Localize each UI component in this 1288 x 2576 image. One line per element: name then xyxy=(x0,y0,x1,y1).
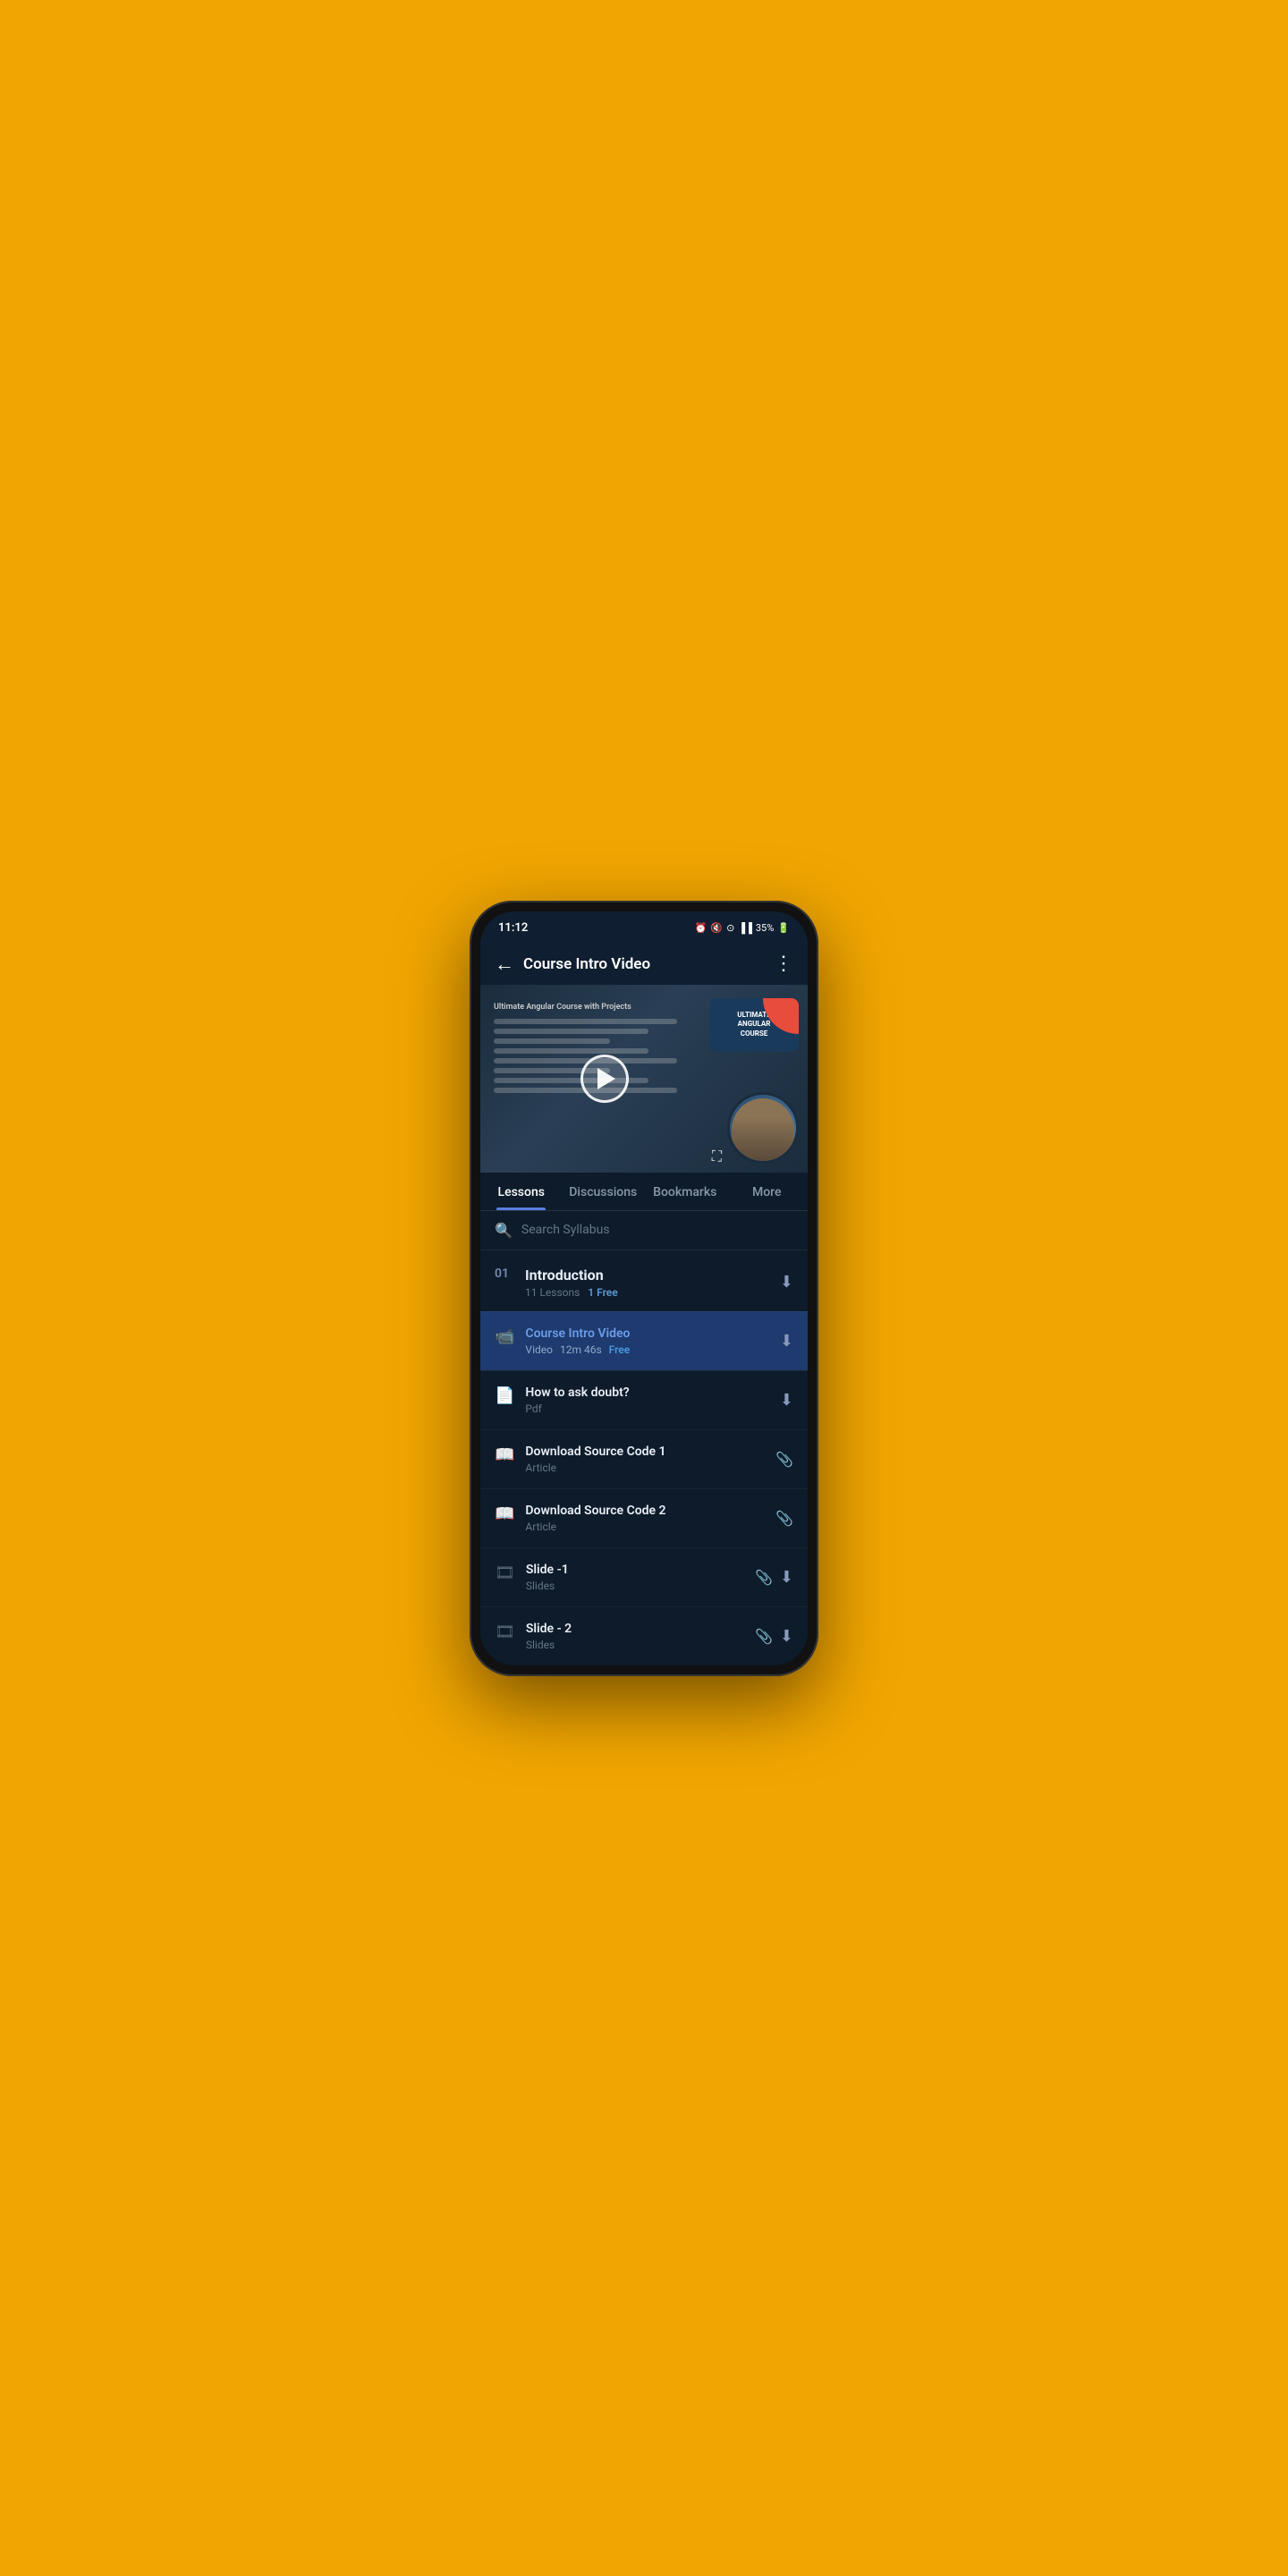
lesson-title-3: Download Source Code 1 xyxy=(525,1445,665,1459)
line2 xyxy=(494,1029,648,1034)
section-number: 01 xyxy=(495,1267,513,1281)
lesson-item-3[interactable]: 📖 Download Source Code 1 Article 📎 xyxy=(480,1429,808,1488)
lesson-title-6: Slide - 2 xyxy=(526,1622,572,1636)
lesson-title-4: Download Source Code 2 xyxy=(525,1504,665,1518)
search-icon: 🔍 xyxy=(495,1222,513,1239)
clip-button-3[interactable]: 📎 xyxy=(775,1451,793,1468)
section-left: 01 Introduction 11 Lessons 1 Free xyxy=(495,1267,618,1299)
lesson-right-5: 📎 ⬇ xyxy=(755,1568,793,1587)
status-time: 11:12 xyxy=(498,921,528,935)
slides-icon-6: 🎞 xyxy=(495,1623,515,1641)
lesson-left-2: 📄 How to ask doubt? Pdf xyxy=(495,1385,780,1415)
header-title: Course Intro Video xyxy=(523,955,650,973)
download-button-6[interactable]: ⬇ xyxy=(780,1627,793,1646)
lesson-content-5: Slide -1 Slides xyxy=(526,1563,569,1592)
lesson-left-5: 🎞 Slide -1 Slides xyxy=(495,1563,755,1592)
search-bar[interactable]: 🔍 Search Syllabus xyxy=(480,1211,808,1250)
mute-icon: 🔇 xyxy=(710,922,723,934)
tab-lessons[interactable]: Lessons xyxy=(480,1173,563,1210)
free-badge: 1 Free xyxy=(588,1286,617,1299)
lesson-item-2[interactable]: 📄 How to ask doubt? Pdf ⬇ xyxy=(480,1370,808,1429)
lesson-title-1: Course Intro Video xyxy=(525,1326,630,1341)
app-header: ← Course Intro Video ⋮ xyxy=(480,944,808,985)
card-text: ULTIMATEANGULARCOURSE xyxy=(737,1011,770,1038)
lesson-subtitle-2: Pdf xyxy=(525,1402,629,1415)
clip-button-6[interactable]: 📎 xyxy=(755,1628,773,1645)
lesson-right-3: 📎 xyxy=(775,1451,793,1468)
clip-button-4[interactable]: 📎 xyxy=(775,1510,793,1527)
lesson-right-6: 📎 ⬇ xyxy=(755,1627,793,1646)
slides-icon-5: 🎞 xyxy=(495,1563,515,1582)
tab-discussions[interactable]: Discussions xyxy=(563,1173,645,1210)
section-meta: 11 Lessons 1 Free xyxy=(525,1286,618,1299)
download-button-2[interactable]: ⬇ xyxy=(780,1391,793,1410)
line3 xyxy=(494,1038,610,1044)
lesson-subtitle-6: Slides xyxy=(526,1639,572,1651)
lesson-left-3: 📖 Download Source Code 1 Article xyxy=(495,1445,775,1474)
lesson-subtitle-3: Article xyxy=(525,1462,665,1474)
video-player[interactable]: Ultimate Angular Course with Projects xyxy=(480,985,808,1173)
lesson-item-1[interactable]: 📹 Course Intro Video Video 12m 46s Free … xyxy=(480,1311,808,1370)
lesson-content-4: Download Source Code 2 Article xyxy=(525,1504,665,1533)
lesson-item-5[interactable]: 🎞 Slide -1 Slides 📎 ⬇ xyxy=(480,1547,808,1606)
avatar-person xyxy=(732,1098,794,1161)
status-bar: 11:12 ⏰ 🔇 ⊙ ▐▐ 35% 🔋 xyxy=(480,911,808,944)
article-icon-3: 📖 xyxy=(495,1445,514,1464)
lesson-right-1: ⬇ xyxy=(780,1332,793,1351)
pdf-icon-2: 📄 xyxy=(495,1386,514,1405)
video-icon-1: 📹 xyxy=(495,1327,514,1346)
tab-more[interactable]: More xyxy=(726,1173,809,1210)
section-info: Introduction 11 Lessons 1 Free xyxy=(525,1267,618,1299)
lesson-list: 📹 Course Intro Video Video 12m 46s Free … xyxy=(480,1311,808,1665)
section-download-button[interactable]: ⬇ xyxy=(780,1273,793,1292)
lesson-content-6: Slide - 2 Slides xyxy=(526,1622,572,1651)
lesson-title-5: Slide -1 xyxy=(526,1563,569,1577)
lesson-left-4: 📖 Download Source Code 2 Article xyxy=(495,1504,775,1533)
lesson-left-1: 📹 Course Intro Video Video 12m 46s Free xyxy=(495,1326,780,1356)
battery-level: 35% xyxy=(756,922,774,934)
clip-button-5[interactable]: 📎 xyxy=(755,1569,773,1586)
tabs-bar: Lessons Discussions Bookmarks More xyxy=(480,1173,808,1211)
lesson-content-3: Download Source Code 1 Article xyxy=(525,1445,665,1474)
lesson-item-6[interactable]: 🎞 Slide - 2 Slides 📎 ⬇ xyxy=(480,1606,808,1665)
free-tag-1: Free xyxy=(609,1343,631,1356)
phone-screen: 11:12 ⏰ 🔇 ⊙ ▐▐ 35% 🔋 ← Course Intro Vide… xyxy=(480,911,808,1665)
section-header: 01 Introduction 11 Lessons 1 Free ⬇ xyxy=(480,1250,808,1311)
tab-bookmarks[interactable]: Bookmarks xyxy=(644,1173,726,1210)
section-title: Introduction xyxy=(525,1267,618,1284)
play-icon xyxy=(597,1068,615,1089)
wifi-icon: ⊙ xyxy=(726,922,734,934)
lesson-right-2: ⬇ xyxy=(780,1391,793,1410)
header-left: ← Course Intro Video xyxy=(495,953,650,976)
phone-frame: 11:12 ⏰ 🔇 ⊙ ▐▐ 35% 🔋 ← Course Intro Vide… xyxy=(470,901,818,1676)
lesson-subtitle-1: Video 12m 46s Free xyxy=(525,1343,630,1356)
video-background: Ultimate Angular Course with Projects xyxy=(480,985,808,1173)
line1 xyxy=(494,1019,677,1024)
screenshot-course-title: Ultimate Angular Course with Projects xyxy=(494,1003,687,1012)
fullscreen-button[interactable]: ⛶ xyxy=(712,1148,722,1165)
alarm-icon: ⏰ xyxy=(695,922,708,934)
lesson-content-1: Course Intro Video Video 12m 46s Free xyxy=(525,1326,630,1356)
course-card: ULTIMATEANGULARCOURSE xyxy=(709,998,799,1052)
lesson-right-4: 📎 xyxy=(775,1510,793,1527)
lesson-item-4[interactable]: 📖 Download Source Code 2 Article 📎 xyxy=(480,1488,808,1547)
lesson-left-6: 🎞 Slide - 2 Slides xyxy=(495,1622,755,1651)
battery-icon: 🔋 xyxy=(777,922,790,934)
line4 xyxy=(494,1048,648,1054)
lesson-title-2: How to ask doubt? xyxy=(525,1385,629,1400)
back-button[interactable]: ← xyxy=(495,953,514,976)
lesson-content-2: How to ask doubt? Pdf xyxy=(525,1385,629,1415)
download-button-1[interactable]: ⬇ xyxy=(780,1332,793,1351)
search-input[interactable]: Search Syllabus xyxy=(521,1223,793,1237)
instructor-avatar xyxy=(727,1092,799,1164)
lesson-subtitle-5: Slides xyxy=(526,1580,569,1592)
play-button[interactable] xyxy=(580,1055,629,1103)
menu-button[interactable]: ⋮ xyxy=(774,953,793,975)
article-icon-4: 📖 xyxy=(495,1504,514,1523)
status-icons: ⏰ 🔇 ⊙ ▐▐ 35% 🔋 xyxy=(695,922,790,934)
download-button-5[interactable]: ⬇ xyxy=(780,1568,793,1587)
lesson-subtitle-4: Article xyxy=(525,1521,665,1533)
signal-icon: ▐▐ xyxy=(738,922,752,934)
